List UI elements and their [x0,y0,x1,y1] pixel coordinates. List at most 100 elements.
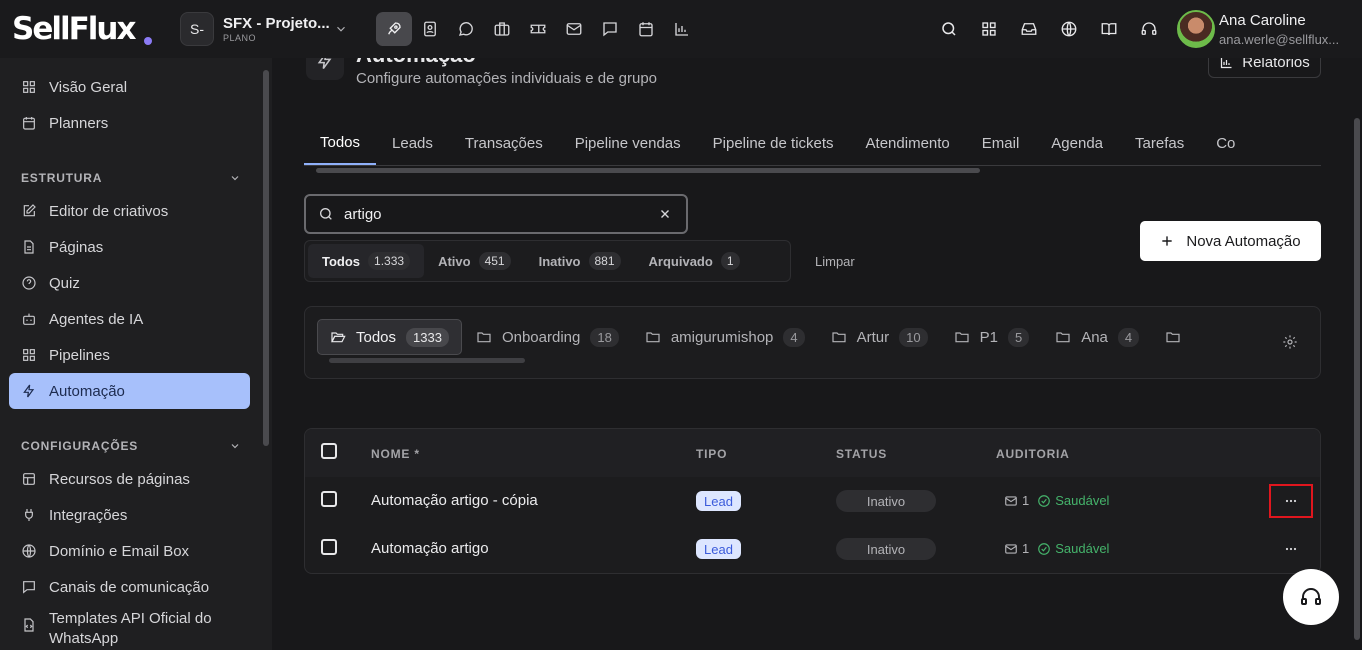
logo-dot [144,37,152,45]
chevron-down-icon [231,444,239,449]
folder-onboarding[interactable]: Onboarding 18 [464,319,631,355]
table-row[interactable]: Automação artigo - cópia Lead Inativo 1 … [305,477,1320,525]
sidebar-item-integracoes[interactable]: Integrações [9,497,250,533]
chart-icon[interactable] [664,12,700,46]
sidebar-item-quiz[interactable]: Quiz [9,265,250,301]
sidebar-item-automacao[interactable]: Automação [9,373,250,409]
tab-more[interactable]: Co [1200,122,1251,165]
table-row[interactable]: Automação artigo Lead Inativo 1 Saudável [305,525,1320,573]
sidebar-item-dominio-email[interactable]: Domínio e Email Box [9,533,250,569]
folder-icon [477,332,491,343]
file-icon [24,240,34,254]
user-avatar[interactable] [1177,10,1215,48]
tab-transacoes[interactable]: Transações [449,122,559,165]
tab-atendimento[interactable]: Atendimento [850,122,966,165]
globe-icon[interactable] [1049,12,1089,46]
book-icon[interactable] [1089,12,1129,46]
folder-scrollbar[interactable] [329,358,525,363]
audit-email-count: 1 [1022,493,1030,508]
calendar-icon[interactable] [628,12,664,46]
search-icon[interactable] [929,12,969,46]
folder-todos[interactable]: Todos 1333 [317,319,462,355]
support-chat-button[interactable] [1283,569,1339,625]
status-filter-count: 451 [478,252,511,270]
new-automation-label: Nova Automação [1186,232,1301,250]
briefcase-icon[interactable] [484,12,520,46]
user-name[interactable]: Ana Caroline [1219,12,1306,29]
tab-tarefas[interactable]: Tarefas [1119,122,1200,165]
sidebar-item-editor-criativos[interactable]: Editor de criativos [9,193,250,229]
sidebar-item-planners[interactable]: Planners [9,105,250,141]
folder-p1[interactable]: P1 5 [942,319,1042,355]
contacts-icon[interactable] [412,12,448,46]
apps-icon[interactable] [969,12,1009,46]
row-checkbox[interactable] [321,539,337,555]
sidebar-scrollbar[interactable] [263,70,269,446]
folder-icon [832,332,846,343]
reports-button[interactable]: Relatórios [1208,58,1321,78]
status-filter-todos[interactable]: Todos 1.333 [308,244,425,278]
tabs-scrollbar[interactable] [316,168,980,173]
folder-ana[interactable]: Ana 4 [1043,319,1151,355]
tab-agenda[interactable]: Agenda [1035,122,1119,165]
status-filter-label: Arquivado [648,253,713,269]
folder-artur[interactable]: Artur 10 [819,319,940,355]
sidebar-item-templates-whatsapp[interactable]: Templates API Oficial do WhatsApp [9,605,250,649]
ticket-icon[interactable] [520,12,556,46]
search-input[interactable] [344,205,644,223]
clear-filters-button[interactable]: Limpar [815,254,855,269]
section-configuracoes[interactable]: CONFIGURAÇÕES [21,439,241,453]
column-name[interactable]: NOME * [371,447,420,461]
rocket-icon[interactable] [376,12,412,46]
row-checkbox[interactable] [321,491,337,507]
status-filter-label: Inativo [538,253,581,269]
sidebar-item-canais[interactable]: Canais de comunicação [9,569,250,605]
more-actions-button[interactable] [1269,484,1313,518]
automation-name[interactable]: Automação artigo - cópia [371,492,538,509]
new-automation-button[interactable]: Nova Automação [1140,221,1321,261]
tab-todos[interactable]: Todos [304,122,377,165]
status-filter-count: 1 [720,252,740,270]
inbox-icon[interactable] [1009,12,1049,46]
status-filter-arquivado[interactable]: Arquivado 1 [635,244,754,278]
folder-label: Ana [1081,328,1108,346]
sidebar-item-label: Integrações [49,506,128,524]
automation-name[interactable]: Automação artigo [371,540,489,557]
gear-icon[interactable] [1282,334,1298,350]
sidebar-item-agentes-ia[interactable]: Agentes de IA [9,301,250,337]
select-all-checkbox[interactable] [321,443,337,459]
tab-pipeline-tickets[interactable]: Pipeline de tickets [697,122,850,165]
audit-info: 1 Saudável [1004,493,1109,508]
chat-icon[interactable] [448,12,484,46]
column-type: TIPO [696,447,728,461]
message-icon[interactable] [592,12,628,46]
message-square-icon [23,581,35,594]
sidebar-item-visao-geral[interactable]: Visão Geral [9,69,250,105]
plus-icon [1162,236,1173,246]
mail-icon [1005,543,1017,554]
mail-icon[interactable] [556,12,592,46]
status-filter-inativo[interactable]: Inativo 881 [525,244,635,278]
sellflux-logo[interactable]: SellFlux [12,11,136,47]
section-estrutura[interactable]: ESTRUTURA [21,171,241,185]
more-actions-button[interactable] [1269,532,1313,566]
status-filter-ativo[interactable]: Ativo 451 [424,244,525,278]
sidebar-item-paginas[interactable]: Páginas [9,229,250,265]
project-avatar[interactable]: S- [180,12,214,46]
chevron-down-icon[interactable] [334,22,348,36]
tab-email[interactable]: Email [966,122,1036,165]
headset-icon[interactable] [1129,12,1169,46]
tab-pipeline-vendas[interactable]: Pipeline vendas [559,122,697,165]
folder-bar: Todos 1333 Onboarding 18 amigurumishop 4 Ar… [304,306,1321,379]
close-icon[interactable] [658,207,672,221]
project-name[interactable]: SFX - Projeto... [223,15,330,32]
main-scrollbar[interactable] [1354,118,1360,640]
folder-amigurumishop[interactable]: amigurumishop 4 [633,319,817,355]
tab-leads[interactable]: Leads [376,122,449,165]
sidebar-item-label: Recursos de páginas [49,470,190,488]
sidebar-item-pipelines[interactable]: Pipelines [9,337,250,373]
headset-icon [1301,588,1321,605]
sidebar-item-recursos-paginas[interactable]: Recursos de páginas [9,461,250,497]
layout-icon [23,473,35,485]
folder-next[interactable] [1153,319,1203,355]
